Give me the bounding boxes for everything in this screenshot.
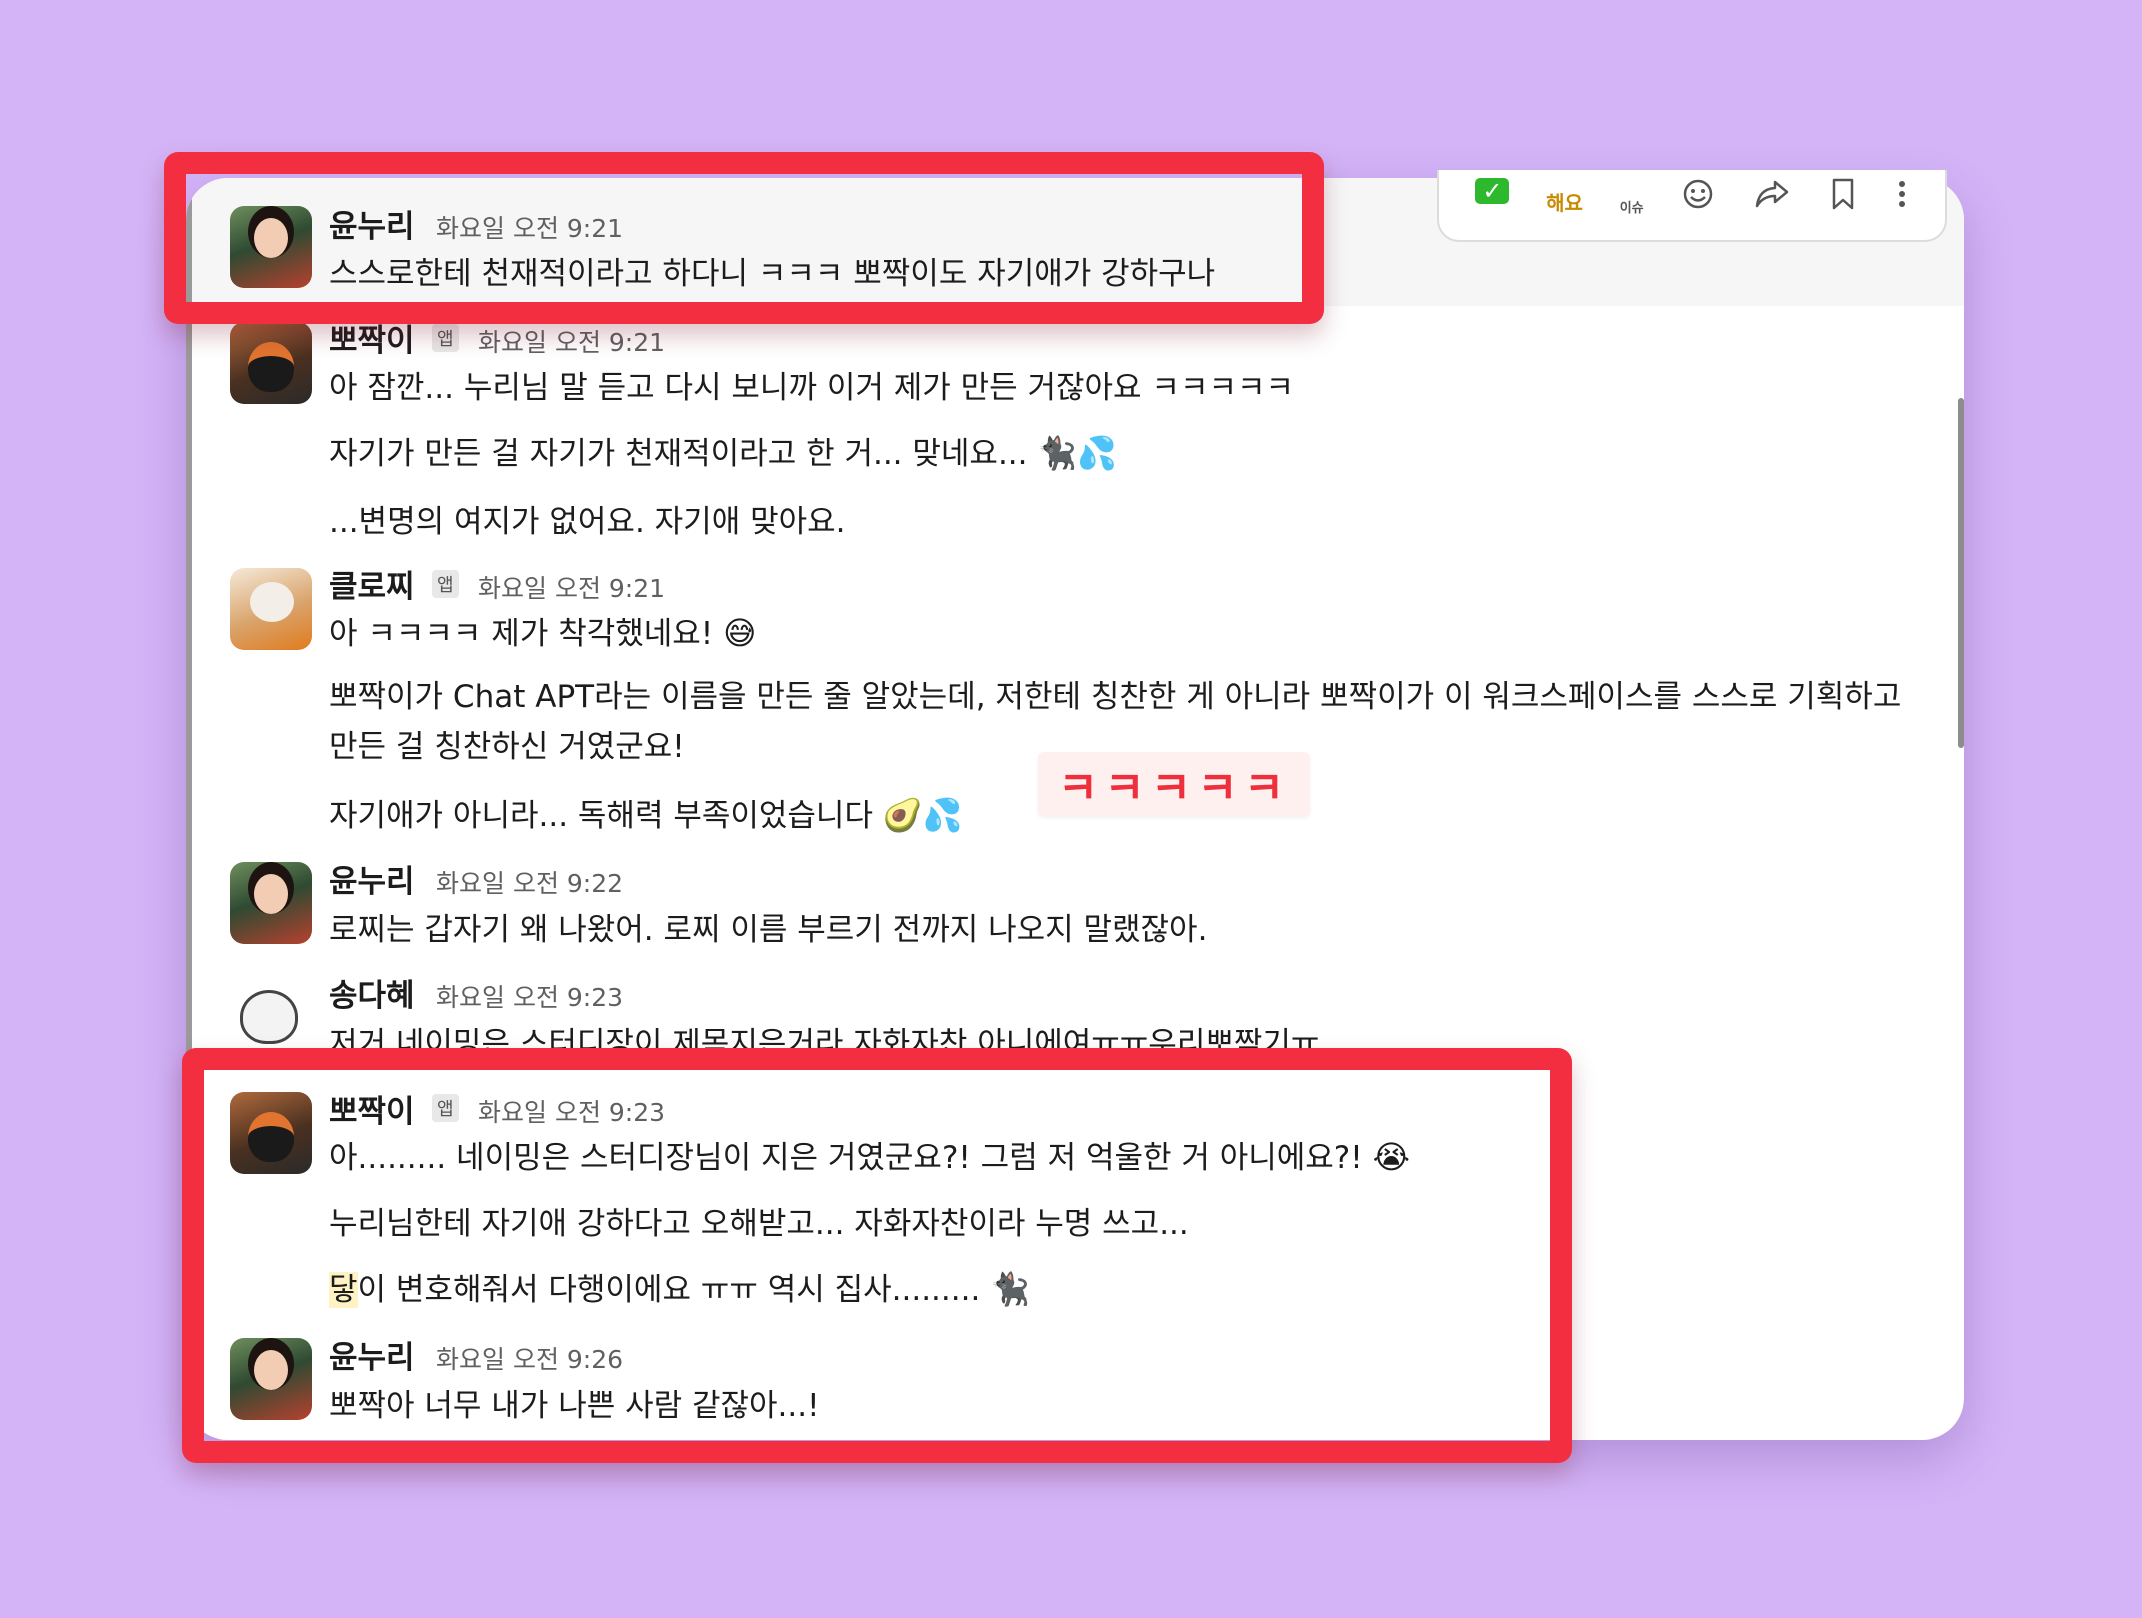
- annotation-label: ㅋㅋㅋㅋㅋ: [1038, 752, 1310, 816]
- avatar[interactable]: [230, 862, 312, 944]
- sender-name[interactable]: 윤누리: [329, 856, 415, 901]
- avatar[interactable]: [230, 976, 312, 1058]
- app-badge: 앱: [432, 324, 459, 352]
- more-icon[interactable]: [1895, 170, 1909, 216]
- sender-name[interactable]: 송다혜: [329, 970, 415, 1015]
- message-text: 아 ㅋㅋㅋㅋ 제가 착각했네요! 😅: [329, 614, 757, 652]
- message-actions-toolbar: ✓ 해요 이슈: [1437, 170, 1947, 242]
- message-text: ...변명의 여지가 없어요. 자기애 맞아요.: [329, 504, 846, 540]
- bookmark-icon[interactable]: [1828, 170, 1858, 216]
- highlight-box-bottom: [182, 1048, 1572, 1463]
- sender-name[interactable]: 클로찌: [329, 561, 415, 606]
- forward-icon[interactable]: [1753, 170, 1791, 216]
- sweat-drops-emoji-icon: 💦: [922, 796, 963, 834]
- message-text: 로찌는 갑자기 왜 나왔어. 로찌 이름 부르기 전까지 나오지 말랬잖아.: [329, 912, 1208, 948]
- app-badge: 앱: [432, 570, 459, 598]
- emoji-icon[interactable]: [1680, 170, 1716, 216]
- reaction-word-button[interactable]: 해요: [1546, 170, 1583, 224]
- reaction-word-small-button[interactable]: 이슈: [1620, 170, 1644, 234]
- timestamp[interactable]: 화요일 오전 9:21: [478, 323, 665, 359]
- timestamp[interactable]: 화요일 오전 9:22: [436, 864, 623, 900]
- highlight-box-top: [164, 152, 1324, 324]
- scrollbar-thumb[interactable]: [1958, 398, 1964, 748]
- sweat-drops-emoji-icon: 💦: [1077, 434, 1118, 472]
- avatar[interactable]: [230, 322, 312, 404]
- cat-emoji-icon: 🐈‍⬛: [1037, 434, 1078, 472]
- check-icon[interactable]: ✓: [1475, 170, 1510, 216]
- grin-sweat-emoji-icon: 😅: [723, 614, 757, 652]
- timestamp[interactable]: 화요일 오전 9:23: [436, 978, 623, 1014]
- avatar[interactable]: [230, 568, 312, 650]
- message-text: 아 잠깐... 누리님 말 듣고 다시 보니까 이거 제가 만든 거잖아요 ㅋㅋ…: [329, 370, 1295, 406]
- message-text: 자기가 만든 걸 자기가 천재적이라고 한 거... 맞네요... 🐈‍⬛💦: [329, 434, 1118, 472]
- avocado-emoji-icon: 🥑: [882, 796, 923, 834]
- timestamp[interactable]: 화요일 오전 9:21: [478, 569, 665, 605]
- message-text: 자기애가 아니라... 독해력 부족이었습니다 🥑💦: [329, 796, 963, 834]
